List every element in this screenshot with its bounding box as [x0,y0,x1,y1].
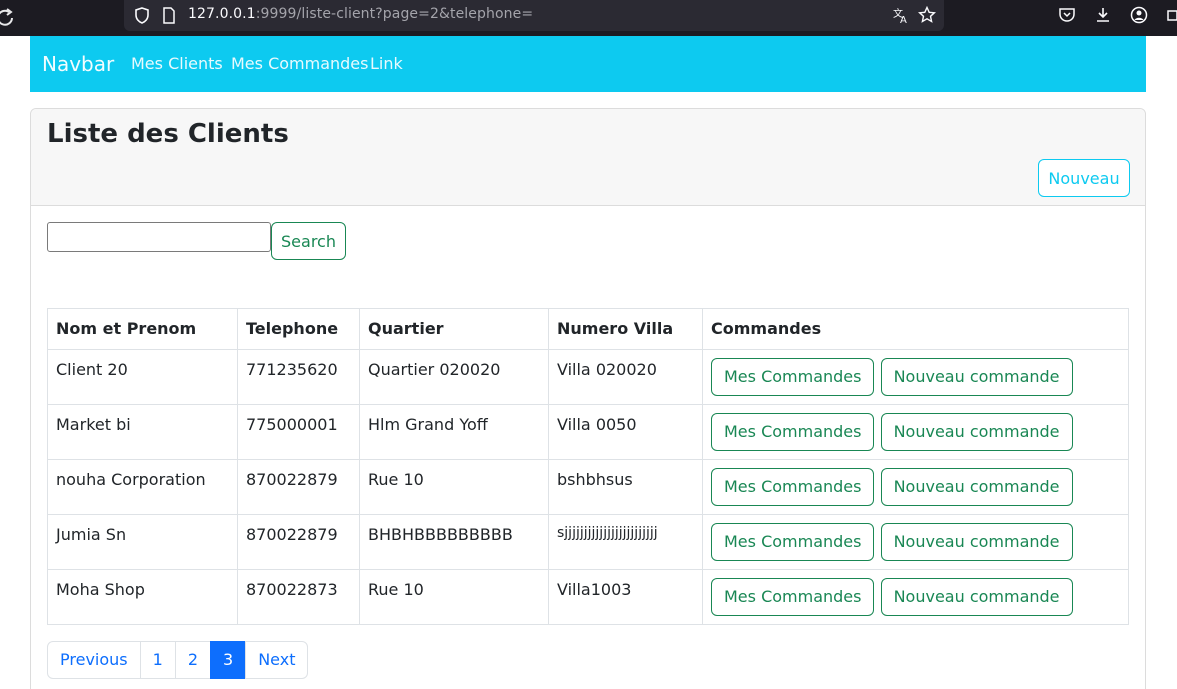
table-row: Client 20 771235620 Quartier 020020 Vill… [47,349,1129,405]
navbar-brand[interactable]: Navbar [42,52,114,76]
nouveau-commande-button[interactable]: Nouveau commande [880,578,1073,616]
mes-commandes-button[interactable]: Mes Commandes [711,413,875,451]
pagination-page-2[interactable]: 2 [174,641,211,679]
shield-icon[interactable] [134,7,150,24]
table-row: Jumia Sn 870022879 BHBHBBBBBBBBB sjjjjjj… [47,514,1129,570]
mes-commandes-button[interactable]: Mes Commandes [711,358,875,396]
svg-text:A: A [900,15,907,24]
cell-quartier: Rue 10 [359,459,549,515]
download-icon[interactable] [1094,6,1112,24]
cell-villa: Villa 0050 [548,404,703,460]
card-header: Liste des Clients Nouveau [31,109,1145,206]
nav-link-mes-clients[interactable]: Mes Clients [131,54,223,73]
translate-icon[interactable]: 文A [892,6,910,26]
cell-nom: Moha Shop [47,569,238,625]
cell-commandes: Mes Commandes Nouveau commande [702,459,1129,515]
pagination-next[interactable]: Next [245,641,309,679]
search-button[interactable]: Search [271,222,346,260]
nouveau-commande-button[interactable]: Nouveau commande [880,468,1073,506]
url-text[interactable]: 127.0.0.1:9999/liste-client?page=2&telep… [188,6,533,22]
extensions-icon[interactable] [1166,6,1177,24]
cell-telephone: 870022879 [237,514,360,570]
column-header-nom: Nom et Prenom [47,308,238,350]
cell-nom: Client 20 [47,349,238,405]
cell-commandes: Mes Commandes Nouveau commande [702,514,1129,570]
cell-nom: Market bi [47,404,238,460]
nouveau-commande-button[interactable]: Nouveau commande [880,358,1073,396]
page-info-icon[interactable] [162,7,176,24]
pagination-page-1[interactable]: 1 [139,641,176,679]
clients-card: Liste des Clients Nouveau Search Nom et … [30,108,1146,689]
nav-link-link[interactable]: Link [370,54,403,73]
cell-telephone: 771235620 [237,349,360,405]
search-input[interactable] [47,222,271,252]
cell-nom: Jumia Sn [47,514,238,570]
nav-link-mes-commandes[interactable]: Mes Commandes [231,54,368,73]
column-header-quartier: Quartier [359,308,549,350]
clients-table: Nom et Prenom Telephone Quartier Numero … [47,308,1129,625]
cell-telephone: 870022873 [237,569,360,625]
nouveau-commande-button[interactable]: Nouveau commande [880,523,1073,561]
cell-villa: Villa1003 [548,569,703,625]
cell-commandes: Mes Commandes Nouveau commande [702,569,1129,625]
nouveau-commande-button[interactable]: Nouveau commande [880,413,1073,451]
address-bar[interactable]: 127.0.0.1:9999/liste-client?page=2&telep… [124,0,944,31]
pagination-page-3[interactable]: 3 [210,641,247,679]
table-row: Moha Shop 870022873 Rue 10 Villa1003 Mes… [47,569,1129,625]
table-row: Market bi 775000001 Hlm Grand Yoff Villa… [47,404,1129,460]
column-header-commandes: Commandes [702,308,1129,350]
cell-quartier: Rue 10 [359,569,549,625]
table-row: nouha Corporation 870022879 Rue 10 bshbh… [47,459,1129,515]
column-header-villa: Numero Villa [548,308,703,350]
browser-toolbar: 127.0.0.1:9999/liste-client?page=2&telep… [0,0,1177,36]
mes-commandes-button[interactable]: Mes Commandes [711,523,875,561]
cell-telephone: 775000001 [237,404,360,460]
column-header-telephone: Telephone [237,308,360,350]
cell-quartier: Hlm Grand Yoff [359,404,549,460]
pocket-icon[interactable] [1058,6,1076,24]
cell-telephone: 870022879 [237,459,360,515]
cell-commandes: Mes Commandes Nouveau commande [702,404,1129,460]
cell-quartier: BHBHBBBBBBBBB [359,514,549,570]
cell-quartier: Quartier 020020 [359,349,549,405]
pagination: Previous 1 2 3 Next [47,641,309,679]
cell-villa: bshbhsus [548,459,703,515]
reload-icon[interactable] [0,6,16,28]
new-client-button[interactable]: Nouveau [1038,159,1130,197]
pagination-previous[interactable]: Previous [47,641,141,679]
account-icon[interactable] [1130,6,1148,24]
cell-villa: Villa 020020 [548,349,703,405]
mes-commandes-button[interactable]: Mes Commandes [711,578,875,616]
table-header-row: Nom et Prenom Telephone Quartier Numero … [47,308,1129,350]
mes-commandes-button[interactable]: Mes Commandes [711,468,875,506]
bookmark-star-icon[interactable] [917,5,937,24]
cell-nom: nouha Corporation [47,459,238,515]
navbar: Navbar Mes Clients Mes Commandes Link [30,36,1146,92]
cell-commandes: Mes Commandes Nouveau commande [702,349,1129,405]
page-title: Liste des Clients [47,119,289,149]
cell-villa: sjjjjjjjjjjjjjjjjjjjjjjjj [548,514,703,570]
